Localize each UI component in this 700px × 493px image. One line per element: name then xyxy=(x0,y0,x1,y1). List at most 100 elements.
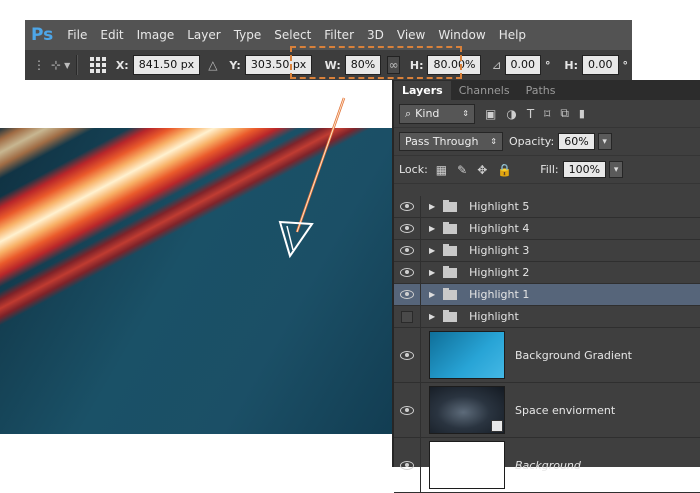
chevron-down-icon[interactable]: ▼ xyxy=(64,61,70,70)
lock-row: Lock: ▦ ✎ ✥ 🔒 Fill: 100% ▾ xyxy=(394,156,700,184)
layers-panel: Layers Channels Paths ⌕ Kind ⇕ ▣ ◑ T ⌑ ⧉… xyxy=(392,80,700,493)
h-skew-field[interactable]: 0.00 xyxy=(582,55,619,75)
menu-edit[interactable]: Edit xyxy=(100,28,123,42)
layer-thumbnail xyxy=(429,331,505,379)
divider xyxy=(76,55,78,75)
layer-group-row[interactable]: ▶ Highlight 5 xyxy=(394,196,700,218)
visibility-off-icon xyxy=(401,310,413,323)
menu-file[interactable]: File xyxy=(67,28,87,42)
layer-name: Highlight 3 xyxy=(469,244,530,257)
expand-triangle-icon[interactable]: ▶ xyxy=(429,224,435,233)
visibility-toggle[interactable] xyxy=(394,240,421,261)
adjustment-filter-icon[interactable]: ◑ xyxy=(506,107,516,121)
layer-row[interactable]: Space enviorment xyxy=(394,383,700,438)
blend-mode-select[interactable]: Pass Through ⇕ xyxy=(399,132,503,151)
fill-field[interactable]: 100% xyxy=(562,161,607,178)
expand-triangle-icon[interactable]: ▶ xyxy=(429,312,435,321)
layer-thumbnail xyxy=(429,441,505,489)
tab-channels[interactable]: Channels xyxy=(451,81,518,100)
smart-object-filter-icon[interactable]: ⧉ xyxy=(560,106,569,121)
opacity-dropdown-icon[interactable]: ▾ xyxy=(597,133,612,150)
layer-group-row[interactable]: ▶ Highlight 2 xyxy=(394,262,700,284)
layer-name: Highlight 1 xyxy=(469,288,530,301)
x-label: X: xyxy=(115,58,129,72)
opacity-label: Opacity: xyxy=(509,135,555,148)
smart-object-icon xyxy=(491,420,503,432)
folder-icon xyxy=(443,309,458,322)
folder-icon xyxy=(443,199,458,212)
eye-icon xyxy=(400,224,414,233)
menu-type[interactable]: Type xyxy=(234,28,262,42)
highlight-dashed-box xyxy=(290,46,462,79)
folder-icon xyxy=(443,221,458,234)
layer-row[interactable]: Background xyxy=(394,438,700,493)
lock-position-icon[interactable]: ✥ xyxy=(477,163,487,177)
x-position-field[interactable]: 841.50 px xyxy=(132,55,201,75)
lock-all-icon[interactable]: 🔒 xyxy=(497,163,512,177)
menu-help[interactable]: Help xyxy=(499,28,526,42)
pixel-filter-icon[interactable]: ▣ xyxy=(485,107,496,121)
shape-filter-icon[interactable]: ⌑ xyxy=(544,107,550,121)
visibility-toggle[interactable] xyxy=(394,196,421,217)
visibility-toggle[interactable] xyxy=(394,328,421,382)
layer-row[interactable]: Background Gradient xyxy=(394,328,700,383)
visibility-toggle[interactable] xyxy=(394,262,421,283)
menu-filter[interactable]: Filter xyxy=(324,28,354,42)
menu-image[interactable]: Image xyxy=(137,28,175,42)
layer-group-row-selected[interactable]: ▶ Highlight 1 xyxy=(394,284,700,306)
filter-kind-select[interactable]: ⌕ Kind ⇕ xyxy=(399,103,475,124)
lock-label: Lock: xyxy=(399,163,428,176)
layer-group-row[interactable]: ▶ Highlight xyxy=(394,306,700,328)
filter-toggle-icon[interactable]: ▮ xyxy=(579,107,585,120)
layer-name: Background xyxy=(515,458,581,472)
type-filter-icon[interactable]: T xyxy=(527,107,534,121)
layer-name: Space enviorment xyxy=(515,403,616,417)
menu-layer[interactable]: Layer xyxy=(187,28,220,42)
menu-window[interactable]: Window xyxy=(438,28,485,42)
blend-mode-value: Pass Through xyxy=(405,135,479,148)
rotate-angle-icon[interactable]: ⊿ xyxy=(491,58,501,72)
lock-paint-brush-icon[interactable]: ✎ xyxy=(457,163,467,177)
tab-paths[interactable]: Paths xyxy=(518,81,564,100)
eye-icon xyxy=(400,246,414,255)
menu-select[interactable]: Select xyxy=(274,28,311,42)
eye-icon xyxy=(400,405,414,415)
folder-icon xyxy=(443,243,458,256)
menu-view[interactable]: View xyxy=(397,28,425,42)
visibility-toggle[interactable] xyxy=(394,218,421,239)
eye-icon xyxy=(400,460,414,470)
visibility-toggle[interactable] xyxy=(394,383,421,437)
fill-dropdown-icon[interactable]: ▾ xyxy=(609,161,624,178)
layer-name: Highlight 5 xyxy=(469,200,530,213)
eye-icon xyxy=(400,290,414,299)
grip-handle-icon[interactable]: ⋮ xyxy=(33,58,45,72)
filter-row: ⌕ Kind ⇕ ▣ ◑ T ⌑ ⧉ ▮ xyxy=(394,100,700,128)
folder-icon xyxy=(443,265,458,278)
visibility-toggle[interactable] xyxy=(394,306,421,327)
expand-triangle-icon[interactable]: ▶ xyxy=(429,246,435,255)
degree-symbol: ° xyxy=(545,58,551,72)
reference-point-icon[interactable] xyxy=(89,57,106,73)
search-icon: ⌕ xyxy=(405,106,412,120)
layer-name: Highlight 4 xyxy=(469,222,530,235)
opacity-field[interactable]: 60% xyxy=(558,133,595,150)
expand-triangle-icon[interactable]: ▶ xyxy=(429,268,435,277)
angle-field[interactable]: 0.00 xyxy=(504,55,541,75)
layer-thumbnail xyxy=(429,386,505,434)
visibility-toggle[interactable] xyxy=(394,438,421,492)
layer-group-row[interactable]: ▶ Highlight 4 xyxy=(394,218,700,240)
expand-triangle-icon[interactable]: ▶ xyxy=(429,290,435,299)
delta-icon[interactable]: △ xyxy=(208,58,217,72)
expand-triangle-icon[interactable]: ▶ xyxy=(429,202,435,211)
transform-tool-icon[interactable]: ⊹ xyxy=(51,58,61,72)
y-label: Y: xyxy=(229,58,241,72)
visibility-toggle[interactable] xyxy=(394,284,421,305)
folder-icon xyxy=(443,287,458,300)
streak-shape xyxy=(0,128,392,374)
tab-layers[interactable]: Layers xyxy=(394,81,451,100)
layer-group-row[interactable]: ▶ Highlight 3 xyxy=(394,240,700,262)
document-canvas[interactable] xyxy=(0,128,392,434)
lock-transparent-icon[interactable]: ▦ xyxy=(436,163,447,177)
menu-3d[interactable]: 3D xyxy=(367,28,384,42)
